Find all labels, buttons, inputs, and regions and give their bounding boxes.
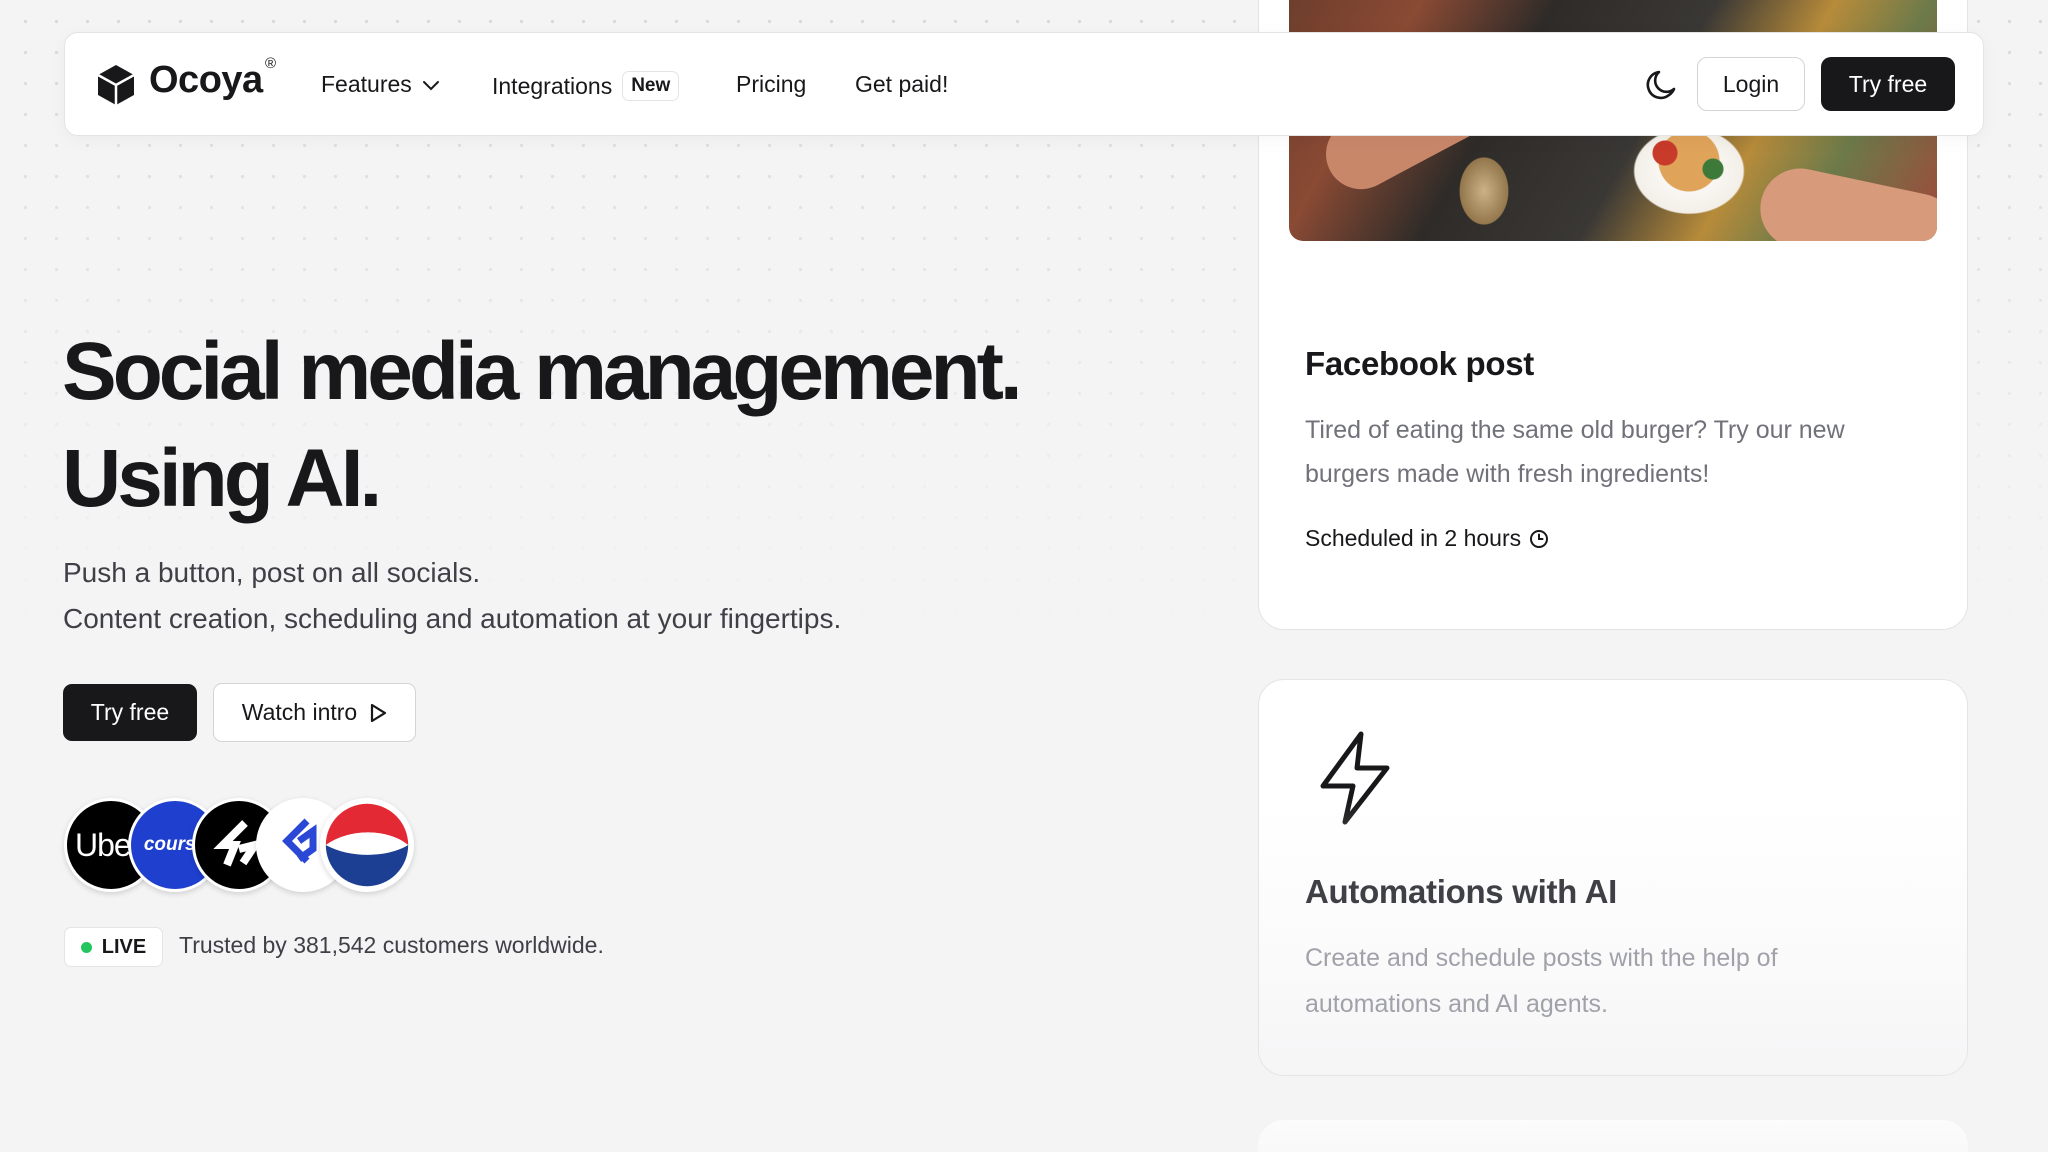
clock-icon — [1530, 529, 1549, 548]
top-nav: Ocoya ® Features Integrations New Pricin… — [64, 32, 1984, 136]
nav-integrations[interactable]: Integrations New — [492, 65, 680, 101]
live-dot-icon — [80, 941, 92, 953]
pepsi-logo — [320, 798, 414, 892]
scheduled-status: Scheduled in 2 hours — [1305, 525, 1549, 552]
facebook-post-text: Tired of eating the same old burger? Try… — [1305, 416, 1845, 488]
next-card-peek — [1258, 1120, 1968, 1152]
live-badge: LIVE — [64, 927, 163, 967]
nav-pricing[interactable]: Pricing — [736, 71, 806, 98]
nav-get-paid[interactable]: Get paid! — [855, 71, 948, 98]
hero-title: Social media management. Using AI. — [62, 318, 1212, 532]
bolt-icon — [1320, 731, 1390, 825]
new-badge: New — [622, 71, 680, 101]
hero-title-line2: Using AI. — [62, 433, 382, 524]
scheduled-label: Scheduled in 2 hours — [1305, 525, 1522, 551]
logo-text[interactable]: Ocoya — [149, 59, 263, 102]
watch-intro-button[interactable]: Watch intro — [213, 683, 416, 742]
uber-logo-text: Ube — [75, 826, 132, 863]
hero-title-line1: Social media management. — [62, 326, 1023, 417]
watch-intro-label: Watch intro — [241, 699, 358, 725]
hero-try-free-button[interactable]: Try free — [63, 684, 197, 741]
nav-integrations-label: Integrations — [492, 72, 613, 99]
nav-features-label: Features — [321, 71, 412, 97]
customer-logos: Ube course — [64, 798, 424, 894]
login-button[interactable]: Login — [1697, 57, 1805, 111]
logo-cube-icon[interactable] — [95, 63, 137, 107]
play-icon — [371, 703, 387, 722]
live-label: LIVE — [101, 935, 147, 958]
trusted-text: Trusted by 381,542 customers worldwide. — [179, 932, 604, 958]
hero-subtitle-line1: Push a button, post on all socials. — [63, 557, 481, 588]
automations-title: Automations with AI — [1305, 873, 1618, 910]
hero-subtitle: Push a button, post on all socials. Cont… — [63, 550, 1163, 642]
moon-icon[interactable] — [1643, 67, 1679, 103]
chevron-down-icon — [422, 80, 439, 90]
nav-features[interactable]: Features — [321, 71, 440, 98]
pepsi-icon — [325, 803, 409, 887]
nav-try-free-button[interactable]: Try free — [1821, 57, 1955, 111]
automations-text: Create and schedule posts with the help … — [1305, 944, 1778, 1018]
hero-subtitle-line2: Content creation, scheduling and automat… — [63, 603, 842, 634]
facebook-post-title: Facebook post — [1305, 345, 1534, 382]
logo-registered-mark: ® — [265, 55, 277, 72]
